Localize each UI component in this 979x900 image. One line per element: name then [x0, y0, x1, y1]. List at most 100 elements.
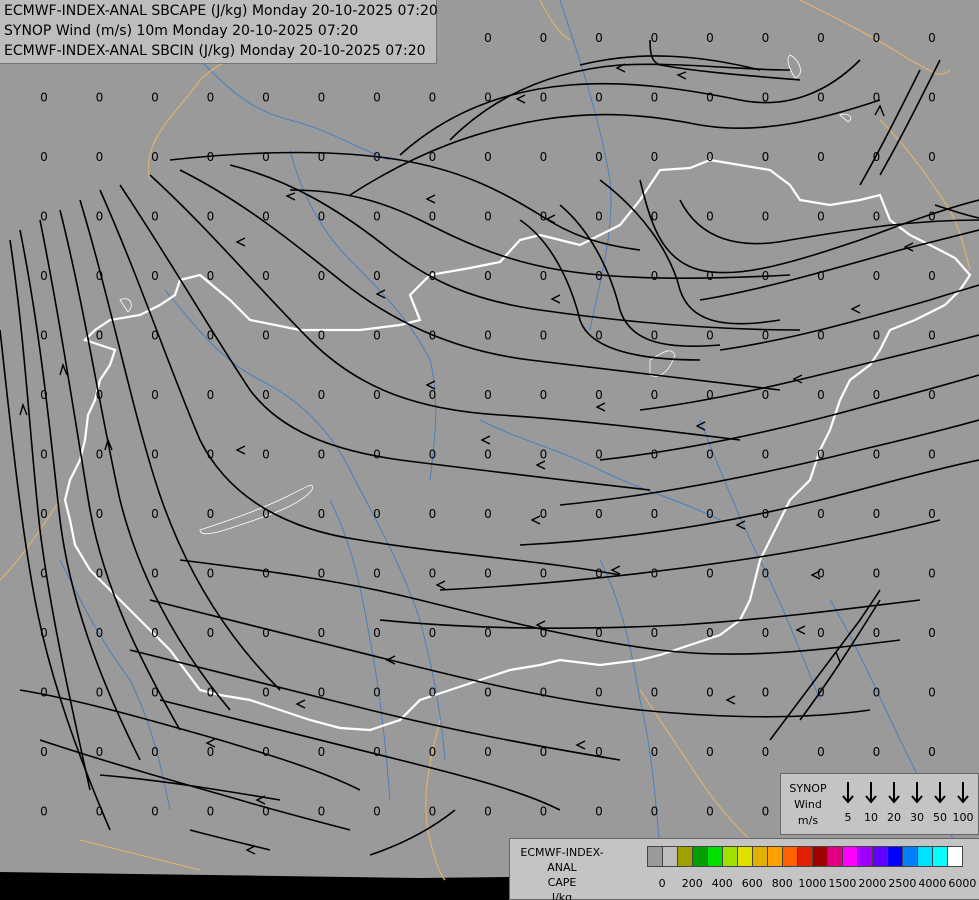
cin-value-label: 0 — [762, 329, 770, 343]
cin-value-label: 0 — [651, 150, 659, 164]
cin-value-label: 0 — [706, 388, 714, 402]
wind-arrow-50-icon — [934, 782, 946, 804]
cin-value-label: 0 — [651, 805, 659, 819]
cin-value-label: 0 — [873, 745, 881, 759]
wind-speed-label: 100 — [952, 811, 974, 824]
cin-value-label: 0 — [207, 686, 215, 700]
map-view[interactable]: 0 0 0 0 0 0 0 0 0 0 0 0 0 0 0 0 0 0 0 0 0 0 0 0 0 0 0 0 0 0 0 0 0 0 0 0 0 0 0 0… — [0, 0, 979, 900]
map-header-panel: ECMWF-INDEX-ANAL SBCAPE (J/kg) Monday 20… — [0, 0, 438, 64]
cin-value-label: 0 — [40, 91, 48, 105]
cape-color-swatch — [827, 846, 843, 867]
cape-color-swatch — [842, 846, 858, 867]
cape-scale-label: 1000 — [798, 877, 827, 890]
cin-value-label: 0 — [873, 91, 881, 105]
cin-value-label: 0 — [40, 388, 48, 402]
cin-value-label: 0 — [96, 805, 104, 819]
cin-value-label: 0 — [651, 745, 659, 759]
cin-value-label: 0 — [40, 150, 48, 164]
wind-arrow-5-icon — [842, 782, 854, 804]
cin-value-label: 0 — [873, 31, 881, 45]
cin-value-label: 0 — [706, 31, 714, 45]
cin-value-label: 0 — [928, 745, 936, 759]
cin-value-label: 0 — [817, 686, 825, 700]
cin-value-label: 0 — [928, 448, 936, 462]
cin-value-label: 0 — [706, 626, 714, 640]
cin-value-label: 0 — [540, 329, 548, 343]
main-country-border — [63, 158, 972, 732]
cin-value-label: 0 — [429, 507, 437, 521]
cin-value-label: 0 — [928, 626, 936, 640]
cape-color-swatch — [947, 846, 963, 867]
cin-value-label: 0 — [484, 686, 492, 700]
cin-value-label: 0 — [429, 388, 437, 402]
cin-value-label: 0 — [762, 269, 770, 283]
cin-value-label: 0 — [373, 626, 381, 640]
cape-color-swatch — [887, 846, 903, 867]
cin-value-label: 0 — [151, 269, 159, 283]
cin-value-label: 0 — [96, 329, 104, 343]
cape-scale-label: 2500 — [888, 877, 917, 890]
cin-value-label: 0 — [706, 329, 714, 343]
cin-value-label: 0 — [373, 507, 381, 521]
cin-value-label: 0 — [651, 210, 659, 224]
cin-value-label: 0 — [762, 448, 770, 462]
cin-value-label: 0 — [429, 686, 437, 700]
cin-value-label: 0 — [595, 210, 603, 224]
wind-arrow-10-icon — [865, 782, 877, 804]
cin-value-label: 0 — [817, 31, 825, 45]
cin-value-label: 0 — [817, 745, 825, 759]
cin-value-label: 0 — [262, 686, 270, 700]
cape-scale-label: 0 — [658, 877, 666, 890]
wind-speed-label: 20 — [887, 811, 901, 824]
cin-value-label: 0 — [928, 567, 936, 581]
cin-value-label: 0 — [151, 567, 159, 581]
wind-speed-label: 5 — [844, 811, 852, 824]
cin-value-label: 0 — [429, 567, 437, 581]
cin-value-label: 0 — [817, 269, 825, 283]
cin-value-label: 0 — [651, 686, 659, 700]
cin-value-label: 0 — [595, 686, 603, 700]
lakes-layer — [119, 54, 852, 535]
cin-value-label: 0 — [373, 686, 381, 700]
cin-value-label: 0 — [318, 686, 326, 700]
cin-value-label: 0 — [928, 329, 936, 343]
cin-value-label: 0 — [40, 626, 48, 640]
cin-value-label: 0 — [706, 805, 714, 819]
cin-value-label: 0 — [151, 91, 159, 105]
cin-value-label: 0 — [262, 567, 270, 581]
cin-value-label: 0 — [484, 567, 492, 581]
wind-legend: SYNOP Wind m/s 5 10 20 30 50 100 — [780, 773, 979, 835]
cin-value-label: 0 — [151, 686, 159, 700]
cin-value-label: 0 — [151, 448, 159, 462]
map-canvas[interactable]: 0 0 0 0 0 0 0 0 0 0 0 0 0 0 0 0 0 0 0 0 0 0 0 0 0 0 0 0 0 0 0 0 0 0 0 0 0 0 0 0… — [0, 0, 979, 900]
cape-color-swatch — [752, 846, 768, 867]
cape-scale-label: 2000 — [858, 877, 887, 890]
cin-value-label: 0 — [651, 507, 659, 521]
cin-value-label: 0 — [651, 626, 659, 640]
cin-value-label: 0 — [762, 626, 770, 640]
cin-value-label: 0 — [207, 626, 215, 640]
cin-value-label: 0 — [96, 567, 104, 581]
cin-value-label: 0 — [706, 686, 714, 700]
cin-value-label: 0 — [207, 91, 215, 105]
cape-color-swatch — [782, 846, 798, 867]
cape-color-swatch — [872, 846, 888, 867]
cape-color-swatch — [677, 846, 693, 867]
cape-legend: ECMWF-INDEX-ANAL CAPE J/kg 0 200 400 600 800… — [509, 838, 979, 900]
cin-value-label: 0 — [762, 567, 770, 581]
cin-value-label: 0 — [928, 507, 936, 521]
cin-value-label: 0 — [40, 745, 48, 759]
cin-value-label: 0 — [40, 269, 48, 283]
cin-value-label: 0 — [318, 269, 326, 283]
cin-value-label: 0 — [928, 269, 936, 283]
cin-value-label: 0 — [262, 329, 270, 343]
cin-value-label: 0 — [373, 448, 381, 462]
cin-value-label: 0 — [484, 31, 492, 45]
cin-value-label: 0 — [318, 150, 326, 164]
cin-value-label: 0 — [484, 210, 492, 224]
header-line-cape: ECMWF-INDEX-ANAL SBCAPE (J/kg) Monday 20… — [4, 3, 438, 19]
cin-value-label: 0 — [484, 507, 492, 521]
cin-value-label: 0 — [318, 507, 326, 521]
cape-legend-title-3: J/kg — [551, 891, 573, 900]
cape-color-swatch — [737, 846, 753, 867]
